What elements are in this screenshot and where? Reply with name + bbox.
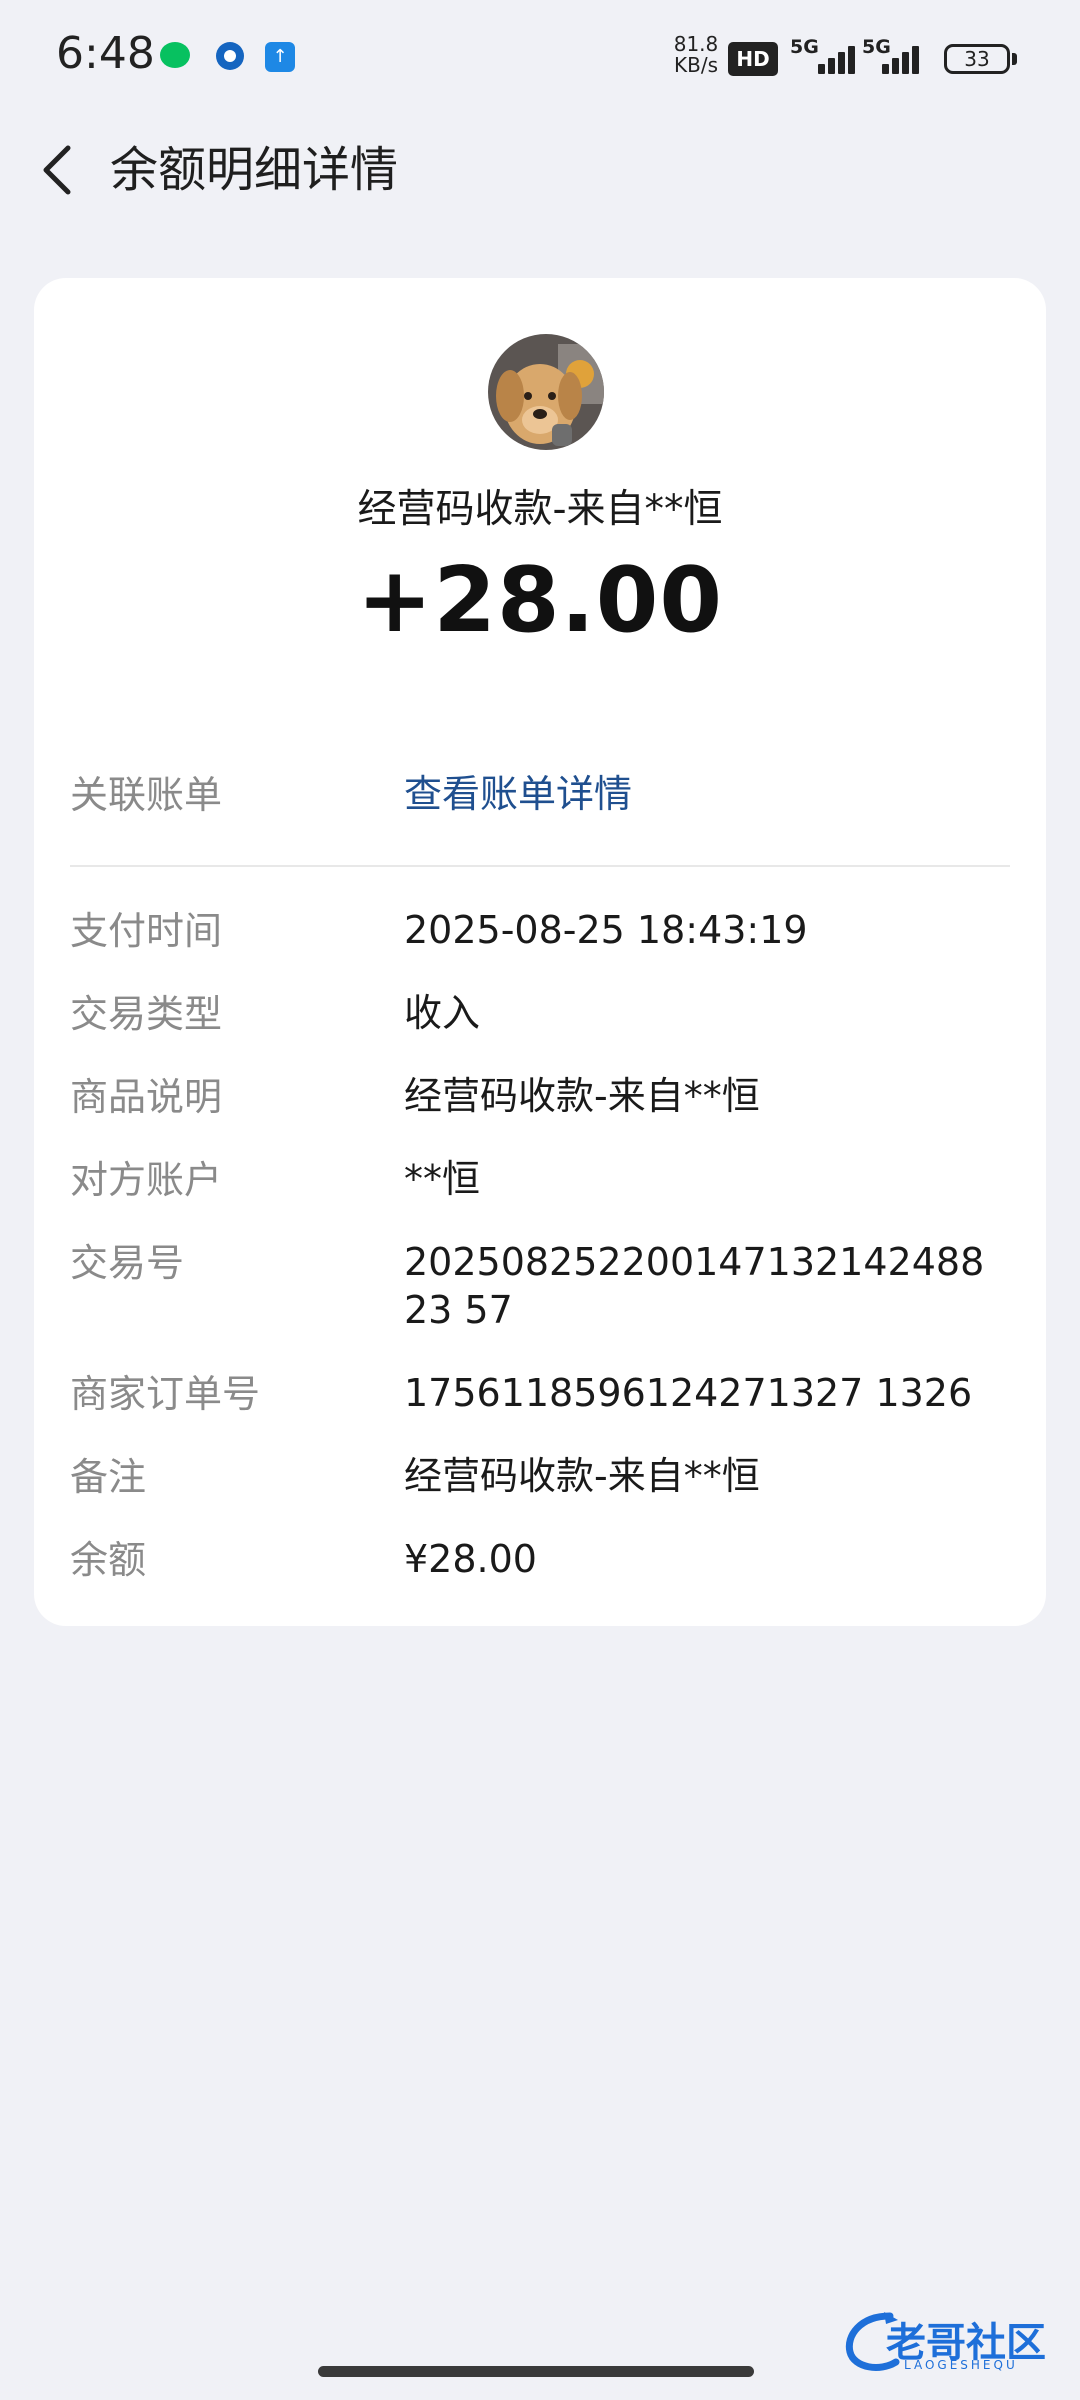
sim2-network-type: 5G	[862, 36, 891, 58]
avatar	[488, 334, 604, 450]
detail-value: ¥28.00	[404, 1537, 537, 1581]
transaction-subtitle: 经营码收款-来自**恒	[357, 487, 723, 532]
network-speed: 81.8 KB/s	[668, 34, 724, 76]
battery-icon: 33	[944, 44, 1010, 74]
sim2-signal-icon: 5G	[862, 36, 934, 78]
detail-value: 经营码收款-来自**恒	[404, 1454, 760, 1498]
transaction-amount: +28.00	[356, 548, 724, 653]
sim1-network-type: 5G	[790, 36, 819, 58]
detail-label: 支付时间	[70, 909, 223, 953]
upload-notification-icon: ↑	[265, 42, 295, 72]
detail-label: 交易号	[70, 1241, 185, 1285]
related-bill-label: 关联账单	[70, 773, 223, 817]
detail-value: 1756118596124271327 1326	[404, 1371, 973, 1415]
detail-label: 备注	[70, 1455, 147, 1499]
wechat-notification-icon	[160, 42, 190, 68]
status-time: 6:48	[56, 28, 155, 79]
view-bill-details-link[interactable]: 查看账单详情	[404, 770, 1010, 818]
detail-label: 对方账户	[70, 1158, 223, 1202]
battery-tip	[1012, 53, 1017, 65]
related-bill-row: 关联账单 查看账单详情	[70, 760, 1010, 830]
sim1-signal-icon: 5G	[790, 36, 862, 78]
page-title: 余额明细详情	[110, 142, 399, 198]
detail-label: 商品说明	[70, 1075, 223, 1119]
detail-value: **恒	[404, 1157, 481, 1201]
detail-label: 余额	[70, 1538, 147, 1582]
network-speed-unit: KB/s	[674, 53, 718, 77]
status-bar: 6:48 ↑ 81.8 KB/s HD 5G 5G 33	[0, 0, 1080, 110]
detail-label: 商家订单号	[70, 1372, 261, 1416]
detail-value: 2025-08-25 18:43:19	[404, 908, 808, 952]
detail-value: 收入	[404, 991, 481, 1035]
watermark-logo: 老哥社区 LAOGESHEQU	[840, 2306, 1070, 2376]
watermark-subtext: LAOGESHEQU	[904, 2358, 1018, 2372]
hd-voice-icon: HD	[728, 42, 778, 76]
home-indicator[interactable]	[318, 2366, 754, 2377]
network-speed-value: 81.8	[673, 32, 719, 56]
transaction-detail-card: 经营码收款-来自**恒 +28.00 关联账单 查看账单详情 支付时间 2025…	[34, 278, 1046, 1626]
divider	[70, 865, 1010, 867]
detail-value: 经营码收款-来自**恒	[404, 1074, 760, 1118]
chevron-left-icon	[43, 145, 71, 195]
detail-label: 交易类型	[70, 992, 223, 1036]
dog-avatar-image	[488, 334, 604, 450]
back-button[interactable]	[28, 138, 92, 202]
app-header: 余额明细详情	[0, 120, 1080, 220]
detail-value: 20250825220014713214248823 57	[404, 1240, 985, 1332]
app-notification-icon	[216, 42, 244, 70]
